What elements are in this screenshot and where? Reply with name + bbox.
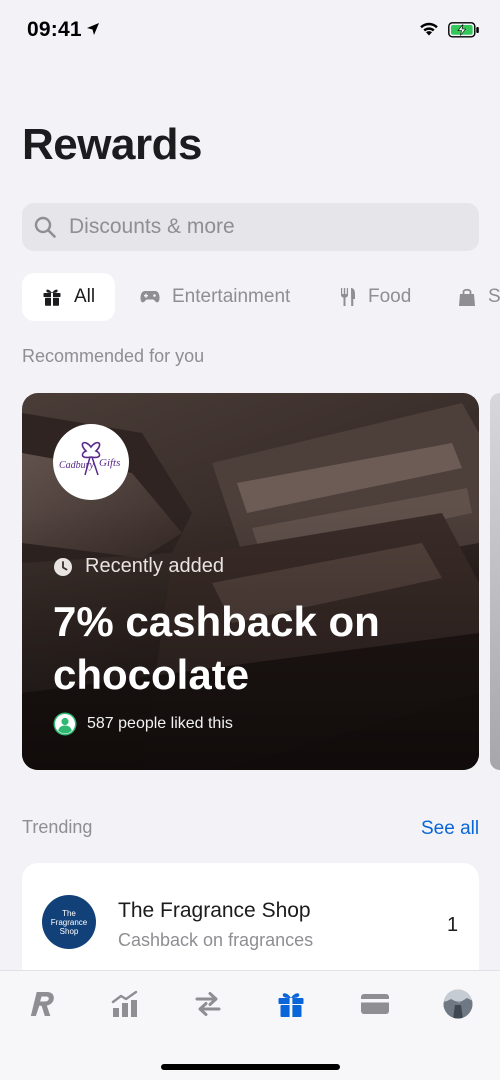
- recently-added-badge: Recently added: [53, 555, 224, 578]
- promo-card[interactable]: Cadbury Gifts Recently added 7% cashback…: [22, 393, 479, 770]
- tab-home[interactable]: [24, 987, 58, 1021]
- chip-label: All: [74, 286, 96, 307]
- badge-label: Recently added: [85, 555, 224, 577]
- search-input[interactable]: [69, 203, 459, 251]
- see-all-link[interactable]: See all: [421, 818, 479, 840]
- promo-title: 7% cashback on chocolate: [53, 598, 380, 698]
- people-icon: [53, 712, 77, 736]
- likes-label: 587 people liked this: [87, 715, 233, 732]
- tab-profile[interactable]: [441, 987, 475, 1021]
- transfer-arrows-icon: [195, 992, 221, 1016]
- fork-knife-icon: [340, 287, 356, 307]
- recommended-section-label: Recommended for you: [22, 346, 205, 366]
- chart-icon: [111, 990, 138, 1017]
- search-icon: [34, 216, 56, 238]
- gamepad-icon: [140, 289, 160, 305]
- promo-likes: 587 people liked this: [53, 712, 233, 736]
- tab-rewards[interactable]: [274, 987, 308, 1021]
- chip-all[interactable]: All: [22, 273, 116, 321]
- revolut-logo-icon: [30, 992, 54, 1016]
- chip-label: Food: [368, 286, 412, 307]
- chip-shopping[interactable]: S: [458, 273, 500, 321]
- clock-icon: [53, 557, 73, 577]
- status-time: 09:41: [27, 18, 82, 41]
- trending-item-name: The Fragrance Shop: [118, 899, 311, 922]
- trending-section-label: Trending: [22, 817, 93, 837]
- tab-invest[interactable]: [108, 987, 142, 1021]
- battery-charging-icon: [448, 22, 479, 38]
- logo-text-cadbury: Cadbury: [59, 460, 95, 471]
- cadbury-gifts-logo: Cadbury Gifts: [53, 424, 129, 500]
- trending-item-subtitle: Cashback on fragrances: [118, 930, 314, 950]
- search-bar[interactable]: [22, 203, 479, 251]
- category-chips: All Entertainment Food S: [22, 273, 500, 321]
- chip-food[interactable]: Food: [340, 273, 411, 321]
- page-title: Rewards: [22, 120, 202, 169]
- home-indicator: [161, 1064, 340, 1070]
- status-bar: 09:41: [0, 0, 500, 60]
- tab-payments[interactable]: [191, 987, 225, 1021]
- shopping-bag-icon: [458, 287, 476, 307]
- location-arrow-icon: [87, 23, 99, 35]
- avatar: [443, 989, 473, 1019]
- chip-label: S: [488, 286, 500, 307]
- next-promo-card-peek[interactable]: [490, 393, 500, 770]
- logo-text-gifts: Gifts: [99, 457, 120, 469]
- gift-icon: [278, 993, 304, 1017]
- card-icon: [361, 994, 389, 1014]
- trending-item-rank: 1: [447, 914, 459, 936]
- chip-label: Entertainment: [172, 286, 291, 307]
- wifi-icon: [420, 22, 438, 36]
- chip-entertainment[interactable]: Entertainment: [140, 273, 290, 321]
- gift-icon: [42, 287, 62, 307]
- fragrance-shop-logo: The Fragrance Shop: [42, 895, 96, 949]
- tab-cards[interactable]: [358, 987, 392, 1021]
